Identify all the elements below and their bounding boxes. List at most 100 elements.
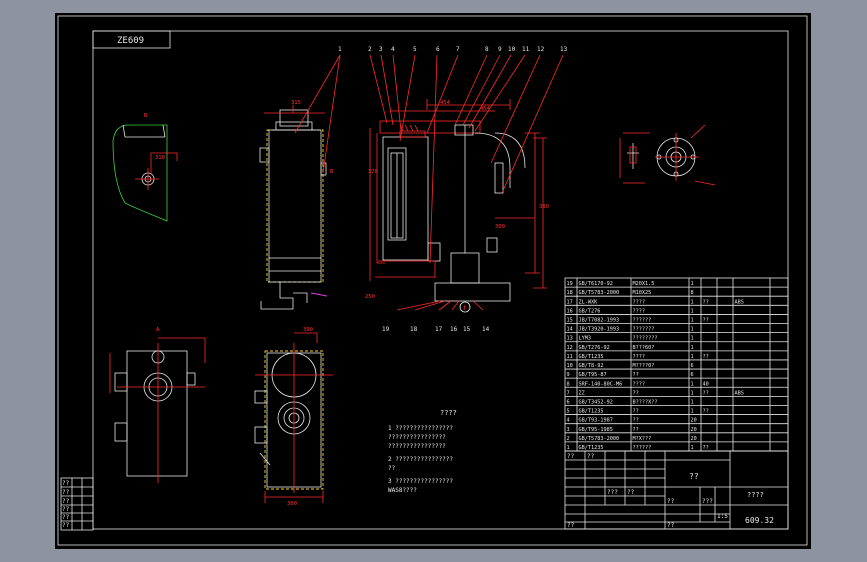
title-cell-1: ?? bbox=[567, 453, 575, 460]
parts-cell: ?? bbox=[703, 354, 709, 360]
parts-cell: 20 bbox=[691, 436, 697, 442]
title-name: ?? bbox=[689, 472, 699, 481]
side-dim-3: 250 bbox=[365, 294, 375, 300]
parts-cell: ?????? bbox=[633, 318, 652, 324]
parts-cell: ?? bbox=[633, 409, 639, 415]
title-cell-6: ??? bbox=[702, 498, 713, 505]
parts-cell: ?? bbox=[633, 418, 639, 424]
parts-cell: 12 bbox=[567, 345, 573, 351]
left-table-cell-1: ?? bbox=[62, 480, 70, 487]
balloon-18: 18 bbox=[410, 326, 418, 333]
parts-cell: 16 bbox=[567, 308, 573, 314]
parts-cell: ???? bbox=[633, 308, 646, 314]
parts-cell: 1 bbox=[691, 381, 694, 387]
parts-cell: M????0? bbox=[633, 363, 655, 369]
parts-cell: M?X??? bbox=[633, 436, 652, 442]
parts-cell: GB/T5783-2000 bbox=[579, 436, 620, 442]
parts-cell: 15 bbox=[567, 318, 573, 324]
view-a-label: A bbox=[156, 327, 160, 333]
title-cell-7: ?? bbox=[567, 522, 575, 529]
parts-cell: 1 bbox=[691, 399, 694, 405]
cad-viewport[interactable]: ZE609 310 B 315 B 454 454 380 320 250 30… bbox=[55, 13, 811, 549]
parts-cell: ZZ bbox=[579, 390, 585, 396]
parts-cell: 1 bbox=[691, 409, 694, 415]
parts-cell: JB/T7082-1993 bbox=[579, 318, 620, 324]
parts-cell: ZL-WXK bbox=[579, 299, 599, 305]
parts-cell: ???????? bbox=[633, 336, 658, 342]
parts-cell: 14 bbox=[567, 327, 573, 333]
parts-cell: 2 bbox=[567, 436, 570, 442]
title-drawing-no: 609.32 bbox=[745, 516, 774, 525]
parts-cell: 8 bbox=[691, 290, 694, 296]
parts-cell: ?? bbox=[703, 445, 709, 451]
bottom-view-top-dim: 390 bbox=[303, 327, 313, 333]
view-a: A bbox=[109, 327, 206, 483]
balloon-4: 4 bbox=[391, 46, 395, 53]
parts-cell: M10X25 bbox=[633, 290, 652, 296]
left-revision-table: ?? ?? ?? ?? ?? ?? bbox=[60, 477, 94, 531]
parts-cell: B???60? bbox=[633, 345, 655, 351]
balloon-14: 14 bbox=[482, 326, 490, 333]
balloon-17: 17 bbox=[435, 326, 443, 333]
parts-cell: 17 bbox=[567, 299, 573, 305]
parts-cell: 4 bbox=[567, 418, 570, 424]
parts-cell: 20 bbox=[691, 418, 697, 424]
parts-list: 19 GB/T6170-92 M20X1.5 118 GB/T5783-2000 M10X… bbox=[564, 277, 789, 452]
parts-cell: ?? bbox=[633, 372, 639, 378]
parts-cell: 19 bbox=[567, 281, 573, 287]
balloon-15: 15 bbox=[463, 326, 471, 333]
left-table-cell-4: ?? bbox=[62, 506, 70, 513]
parts-cell: GB/T8-92 bbox=[579, 363, 604, 369]
parts-cell: 13 bbox=[567, 336, 573, 342]
parts-cell: 7 bbox=[567, 390, 570, 396]
parts-cell: JB/T3920-1993 bbox=[579, 327, 620, 333]
parts-cell: 20 bbox=[691, 427, 697, 433]
parts-cell: 6 bbox=[567, 399, 570, 405]
note-line-3: ???????????????? bbox=[388, 443, 446, 450]
title-cell-8: ?? bbox=[667, 522, 675, 529]
balloon-3: 3 bbox=[379, 46, 383, 53]
parts-cell: ??????? bbox=[633, 327, 655, 333]
parts-cell: 10 bbox=[567, 363, 573, 369]
balloon-1: 1 bbox=[338, 46, 342, 53]
parts-cell: ?? bbox=[703, 409, 709, 415]
parts-cell: ?? bbox=[703, 318, 709, 324]
title-scale: 1:5 bbox=[717, 513, 728, 520]
parts-cell: 18 bbox=[567, 290, 573, 296]
front-top-dim: 315 bbox=[291, 100, 301, 106]
parts-cell: GB/T95-1985 bbox=[579, 427, 613, 433]
bottom-width-dim: 300 bbox=[287, 501, 297, 507]
title-cell-5: ?? bbox=[667, 498, 675, 505]
balloon-5: 5 bbox=[413, 46, 417, 53]
parts-cell: 1 bbox=[691, 354, 694, 360]
parts-cell: GB/T276 bbox=[579, 308, 601, 314]
drawing-number-text: ZE609 bbox=[117, 36, 144, 46]
parts-cell: ABS bbox=[735, 299, 744, 305]
balloon-8: 8 bbox=[485, 46, 489, 53]
left-table-cell-5: ?? bbox=[62, 514, 70, 521]
parts-cell: GB/T1235 bbox=[579, 409, 604, 415]
note-line-7: WAS8???? bbox=[388, 487, 417, 494]
title-cell-4: ?? bbox=[627, 489, 635, 496]
parts-cell: SRF-140-80C-M6 bbox=[579, 381, 623, 387]
side-dim-2: 320 bbox=[368, 169, 378, 175]
parts-cell: ?? bbox=[703, 299, 709, 305]
parts-cell: 40 bbox=[703, 381, 709, 387]
parts-cell: ???? bbox=[633, 299, 646, 305]
parts-cell: ???? bbox=[633, 381, 646, 387]
balloon-11: 11 bbox=[522, 46, 530, 53]
title-material: ???? bbox=[747, 491, 764, 499]
parts-cell: 9 bbox=[567, 372, 570, 378]
parts-cell: LYM3 bbox=[579, 336, 592, 342]
parts-cell: 1 bbox=[691, 345, 694, 351]
parts-cell: ???? bbox=[633, 354, 646, 360]
parts-cell: M20X1.5 bbox=[633, 281, 655, 287]
balloon-13: 13 bbox=[560, 46, 568, 53]
parts-cell: 1 bbox=[567, 445, 570, 451]
parts-cell: 3 bbox=[567, 427, 570, 433]
notes-title: ???? bbox=[440, 409, 457, 417]
parts-cell: B????X?? bbox=[633, 399, 658, 405]
parts-cell: GB/T5783-2000 bbox=[579, 290, 620, 296]
balloon-6: 6 bbox=[436, 46, 440, 53]
section-view: 454 454 380 320 250 300 bbox=[322, 54, 564, 313]
